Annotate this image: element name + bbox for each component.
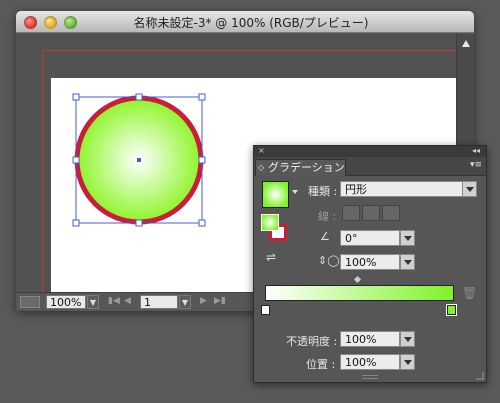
selected-circle-object[interactable] (70, 91, 210, 231)
color-stop-start[interactable] (261, 305, 270, 315)
stroke-across-icon[interactable] (382, 205, 400, 221)
panel-header[interactable]: × ◂◂ (254, 146, 486, 157)
midpoint-diamond[interactable] (353, 275, 362, 284)
center-point (137, 158, 141, 162)
delete-stop-icon[interactable]: 🗑 (462, 286, 477, 300)
page-dropdown-button[interactable]: ▼ (179, 295, 191, 309)
handle-top-center[interactable] (135, 93, 143, 101)
opacity-dropdown-button[interactable] (400, 331, 415, 347)
panel-tab-bar: ◇ グラデーション ▾≡ (254, 157, 486, 176)
tab-toggle-icon: ◇ (258, 163, 265, 172)
minimize-window-button[interactable] (44, 16, 57, 29)
zoom-field[interactable]: 100% (46, 295, 86, 309)
page-field[interactable]: 1 (140, 295, 178, 309)
angle-dropdown-button[interactable] (400, 230, 415, 246)
last-page-icon[interactable]: ▶▮ (214, 296, 226, 306)
handle-bottom-left[interactable] (72, 219, 80, 227)
prev-page-icon[interactable]: ◀ (124, 296, 131, 306)
panel-menu-icon[interactable]: ▾≡ (470, 160, 482, 170)
panel-collapse-icon[interactable]: ◂◂ (472, 146, 480, 155)
stroke-within-icon[interactable] (342, 205, 360, 221)
handle-top-right[interactable] (198, 93, 206, 101)
handle-middle-right[interactable] (198, 156, 206, 164)
gradient-swatch[interactable] (262, 181, 289, 208)
location-field[interactable]: 100% (340, 354, 400, 370)
location-label: 位置 : (306, 358, 336, 371)
zoom-dropdown-button[interactable]: ▼ (87, 295, 99, 309)
tab-gradient[interactable]: ◇ グラデーション (255, 159, 346, 176)
angle-icon: ∠ (320, 230, 330, 243)
next-page-icon[interactable]: ▶ (200, 296, 207, 306)
panel-grip-icon[interactable] (362, 375, 378, 379)
swatch-dropdown-icon[interactable] (292, 190, 298, 194)
fill-swatch[interactable] (261, 214, 279, 231)
location-dropdown-button[interactable] (400, 354, 415, 370)
type-dropdown-button[interactable] (462, 181, 477, 197)
handle-bottom-center[interactable] (135, 219, 143, 227)
window-title: 名称未設定-3* @ 100% (RGB/プレビュー) (133, 16, 369, 30)
gradient-panel: × ◂◂ ◇ グラデーション ▾≡ ⇌ 種類 : 円形 線 : ∠ 0° ⇕◯ … (253, 145, 487, 383)
type-label: 種類 : (308, 185, 338, 198)
color-stop-end[interactable] (446, 304, 457, 316)
handle-bottom-right[interactable] (198, 219, 206, 227)
stroke-label: 線 : (318, 210, 337, 223)
title-bar[interactable]: 名称未設定-3* @ 100% (RGB/プレビュー) (16, 11, 474, 33)
aspect-ratio-field[interactable]: 100% (340, 254, 400, 270)
angle-field[interactable]: 0° (340, 230, 400, 246)
opacity-label: 不透明度 : (286, 335, 338, 348)
handle-middle-left[interactable] (72, 156, 80, 164)
panel-resize-icon[interactable] (476, 372, 484, 380)
first-page-icon[interactable]: ▮◀ (108, 296, 120, 306)
close-window-button[interactable] (24, 16, 37, 29)
opacity-field[interactable]: 100% (340, 331, 400, 347)
handle-top-left[interactable] (72, 93, 80, 101)
aspect-ratio-dropdown-button[interactable] (400, 254, 415, 270)
tab-gradient-label: グラデーション (268, 161, 345, 174)
artboard-nav-icon[interactable] (20, 296, 40, 308)
type-select[interactable]: 円形 (340, 181, 464, 197)
zoom-window-button[interactable] (64, 16, 77, 29)
stroke-along-icon[interactable] (362, 205, 380, 221)
gradient-slider-bar[interactable] (265, 285, 454, 301)
reverse-gradient-icon[interactable]: ⇌ (266, 250, 276, 264)
scroll-up-arrow-icon[interactable] (462, 40, 470, 47)
panel-close-icon[interactable]: × (258, 146, 265, 155)
aspect-ratio-icon: ⇕◯ (318, 254, 340, 267)
